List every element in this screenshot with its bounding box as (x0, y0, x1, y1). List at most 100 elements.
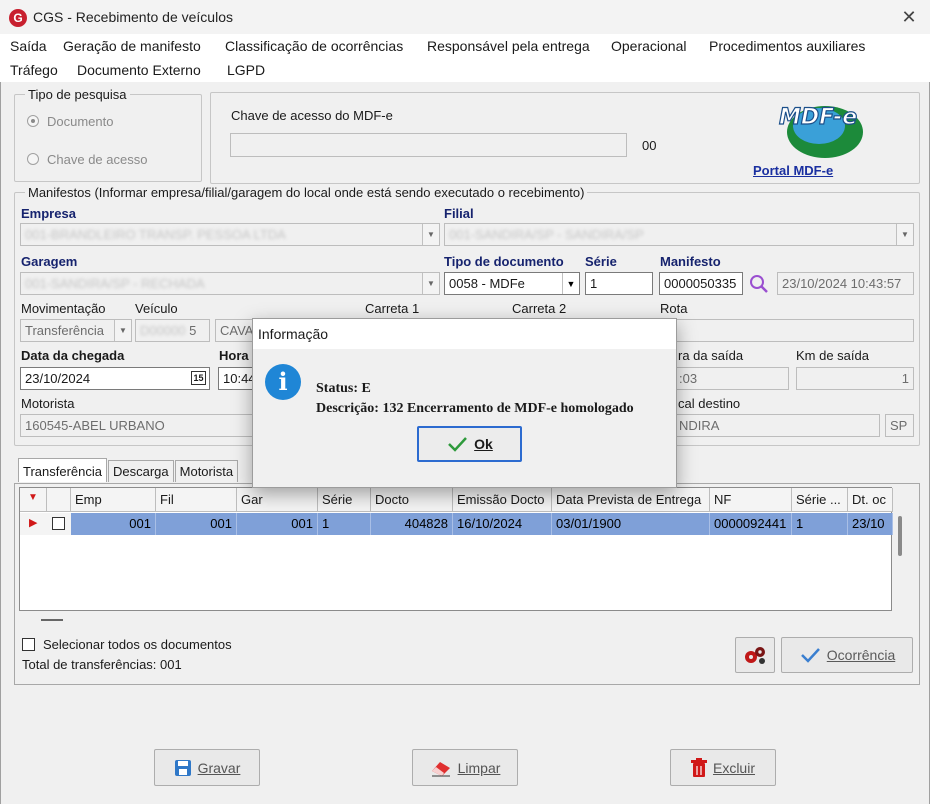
table-cell[interactable]: 16/10/2024 (453, 513, 552, 535)
row-checkbox[interactable] (52, 517, 65, 530)
grid-header-nf[interactable]: NF (710, 488, 792, 512)
filter-icon[interactable]: ▼ (20, 488, 47, 512)
grid-header-gar[interactable]: Gar (237, 488, 318, 512)
table-cell[interactable]: 404828 (371, 513, 453, 535)
empresa-select[interactable]: 001-BRANDLEIRO TRANSP. PESSOA LTDA ▼ (20, 223, 440, 246)
gravar-button[interactable]: Gravar (154, 749, 260, 786)
data-chegada-value: 23/10/2024 (25, 371, 91, 386)
chevron-down-icon[interactable]: ▼ (422, 273, 439, 294)
menu-classificacao[interactable]: Classificação de ocorrências (225, 38, 403, 54)
manifests-legend: Manifestos (Informar empresa/filial/gara… (25, 185, 588, 200)
motorista-input[interactable]: 160545-ABEL URBANO (20, 414, 256, 437)
filial-value: 001-SANDIRA/SP - SANDIRA/SP (449, 227, 644, 242)
mdfe-logo-text: MDF-e (779, 105, 857, 130)
table-cell[interactable]: 001 (156, 513, 237, 535)
filial-select[interactable]: 001-SANDIRA/SP - SANDIRA/SP ▼ (444, 223, 914, 246)
grid-header-data-prevista[interactable]: Data Prevista de Entrega (552, 488, 710, 512)
table-cell[interactable]: 0000092441 (710, 513, 792, 535)
grid-header-docto[interactable]: Docto (371, 488, 453, 512)
mdfe-key-label: Chave de acesso do MDF-e (231, 108, 393, 123)
chevron-down-icon[interactable]: ▼ (562, 273, 579, 294)
row-pointer-icon: ▶ (20, 513, 47, 535)
chevron-down-icon[interactable]: ▼ (896, 224, 913, 245)
veiculo-suffix: 5 (189, 323, 197, 338)
dialog-description: Descrição: 132 Encerramento de MDF-e hom… (316, 401, 634, 416)
menu-geracao-manifesto[interactable]: Geração de manifesto (63, 38, 201, 54)
excluir-label: Excluir (712, 759, 755, 776)
tab-descarga[interactable]: Descarga (108, 460, 174, 482)
table-cell[interactable]: 1 (318, 513, 371, 535)
manifesto-input[interactable]: 0000050335 (659, 272, 743, 295)
ocorrencia-button[interactable]: Ocorrência (781, 637, 913, 673)
empresa-value: 001-BRANDLEIRO TRANSP. PESSOA LTDA (25, 227, 286, 242)
gears-button[interactable] (735, 637, 775, 673)
data-chegada-input[interactable]: 23/10/2024 15 (20, 367, 210, 390)
info-icon: i (265, 364, 301, 400)
local-destino-input: NDIRA (659, 414, 880, 437)
limpar-button[interactable]: Limpar (412, 749, 518, 786)
vertical-scrollbar[interactable] (898, 516, 902, 556)
grid-header-serie-nf[interactable]: Série ... (792, 488, 848, 512)
horizontal-scrollbar[interactable] (41, 619, 63, 621)
menu-procedimentos[interactable]: Procedimentos auxiliares (709, 38, 865, 54)
data-chegada-label: Data da chegada (21, 348, 125, 363)
hora-saida-label: ra da saída (678, 348, 744, 363)
veiculo-input[interactable]: D00000 5 (135, 319, 210, 342)
ok-button[interactable]: Ok (417, 426, 522, 462)
eraser-icon (431, 761, 450, 776)
manifesto-label: Manifesto (660, 254, 721, 269)
portal-mdfe-link[interactable]: Portal MDF-e (753, 163, 833, 178)
row-checkbox-cell (47, 513, 71, 535)
table-cell[interactable]: 03/01/1900 (552, 513, 710, 535)
grid-header-emissao[interactable]: Emissão Docto (453, 488, 552, 512)
select-all-checkbox[interactable] (22, 638, 35, 651)
grid-header-serie[interactable]: Série (318, 488, 371, 512)
km-saida-input: 1 (796, 367, 914, 390)
menu-responsavel[interactable]: Responsável pela entrega (427, 38, 590, 54)
rota-input[interactable] (659, 319, 914, 342)
hora-input[interactable]: 10:44 (218, 367, 256, 390)
save-icon (174, 759, 191, 776)
rota-label: Rota (660, 301, 688, 316)
grid-header-emp[interactable]: Emp (71, 488, 156, 512)
movimentacao-select[interactable]: Transferência ▼ (20, 319, 132, 342)
close-icon[interactable]: ✕ (898, 6, 920, 28)
carreta2-label: Carreta 2 (512, 301, 567, 316)
dialog-status: Status: E (316, 381, 371, 396)
chevron-down-icon[interactable]: ▼ (422, 224, 439, 245)
calendar-icon[interactable]: 15 (191, 371, 206, 385)
grid-header-dt-oc[interactable]: Dt. oc (848, 488, 893, 512)
table-cell[interactable]: 23/10 (848, 513, 893, 535)
menu-operacional[interactable]: Operacional (611, 38, 687, 54)
grid-header-fil[interactable]: Fil (156, 488, 237, 512)
chevron-down-icon[interactable]: ▼ (114, 320, 131, 341)
mdfe-key-input[interactable] (230, 133, 627, 157)
hora-saida-input: :03 (659, 367, 789, 390)
app-logo-icon: G (9, 9, 27, 27)
local-destino-label: cal destino (678, 396, 741, 411)
search-icon[interactable] (748, 273, 770, 295)
radio-documento[interactable] (27, 115, 39, 127)
tab-strip: Transferência Descarga Motorista (18, 458, 239, 482)
menu-trafego[interactable]: Tráfego (10, 62, 58, 78)
radio-chave[interactable] (27, 153, 39, 165)
tab-transferencia[interactable]: Transferência (18, 458, 107, 482)
menu-lgpd[interactable]: LGPD (227, 62, 265, 78)
documents-grid: ▼ Emp Fil Gar Série Docto Emissão Docto … (19, 487, 902, 611)
veiculo-desc: CAVA (215, 319, 255, 342)
menu-saida[interactable]: Saída (10, 38, 47, 54)
serie-input[interactable]: 1 (585, 272, 653, 295)
manifesto-datetime: 23/10/2024 10:43:57 (777, 272, 914, 295)
table-cell[interactable]: 001 (237, 513, 318, 535)
check-icon (800, 648, 820, 663)
tipo-doc-select[interactable]: 0058 - MDFe ▼ (444, 272, 580, 295)
excluir-button[interactable]: Excluir (670, 749, 776, 786)
movimentacao-value: Transferência (25, 323, 104, 338)
table-cell[interactable]: 1 (792, 513, 848, 535)
garagem-select[interactable]: 001-SANDIRA/SP - RECHADA ▼ (20, 272, 440, 295)
table-cell[interactable]: 001 (71, 513, 156, 535)
search-type-legend: Tipo de pesquisa (25, 87, 130, 102)
veiculo-label: Veículo (135, 301, 178, 316)
tab-motorista[interactable]: Motorista (174, 460, 239, 482)
menu-documento-externo[interactable]: Documento Externo (77, 62, 201, 78)
